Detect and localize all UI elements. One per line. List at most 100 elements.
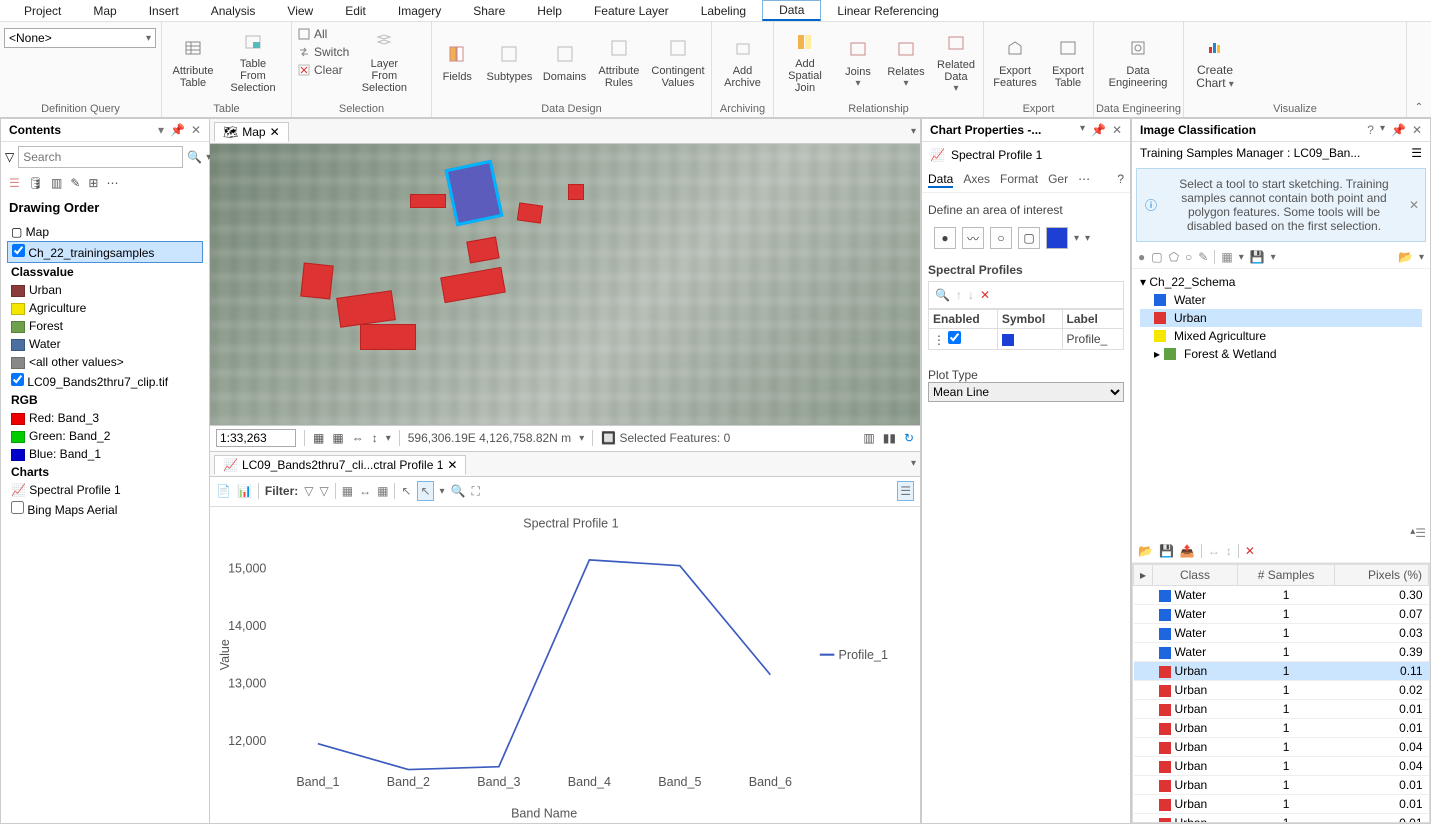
menu-insert[interactable]: Insert	[133, 2, 195, 20]
layer-from-selection-button[interactable]: Layer From Selection	[357, 26, 411, 96]
menu-linear-referencing[interactable]: Linear Referencing	[821, 2, 954, 20]
more-icon[interactable]: ⋯	[106, 176, 118, 190]
menu-data[interactable]: Data	[762, 0, 821, 21]
list-by-selection-icon[interactable]: ▥	[51, 176, 62, 190]
ts-save-schema-icon[interactable]: 💾	[1250, 250, 1265, 264]
toc-band[interactable]: Red: Band_3	[7, 409, 203, 427]
cp-tab-data[interactable]: Data	[928, 172, 953, 188]
aoi-poly-button[interactable]	[1046, 227, 1068, 249]
pause-icon[interactable]: ▮▮	[883, 431, 896, 445]
ts-circle-tool[interactable]: ○	[1185, 250, 1192, 264]
toc-chart-item[interactable]: 📈 Spectral Profile 1	[7, 481, 203, 499]
sel-tool-icon[interactable]: ↖	[401, 484, 411, 498]
menu-share[interactable]: Share	[457, 2, 521, 20]
close-chart-tab-icon[interactable]: ✕	[447, 458, 457, 472]
map-scale-input[interactable]	[216, 429, 296, 447]
ts-merge-icon[interactable]: ↔	[1208, 544, 1220, 558]
ts-row[interactable]: Urban10.01	[1134, 795, 1429, 814]
filter-ext-icon[interactable]: ▽	[304, 484, 313, 498]
menu-project[interactable]: Project	[8, 2, 77, 20]
cp-help-icon[interactable]: ?	[1117, 172, 1124, 188]
map-view-tab[interactable]: 🗺 Map ✕	[214, 122, 289, 142]
toc-class-agriculture[interactable]: Agriculture	[7, 299, 203, 317]
ts-split-icon[interactable]: ↕	[1226, 544, 1232, 558]
full-ext-icon[interactable]: ⛶	[472, 484, 480, 499]
cp-tab-format[interactable]: Format	[1000, 172, 1038, 188]
menu-edit[interactable]: Edit	[329, 2, 382, 20]
ts-col-expand[interactable]: ▸	[1134, 565, 1153, 586]
ts-row[interactable]: Urban10.04	[1134, 757, 1429, 776]
rotate-icon[interactable]: ▦	[342, 484, 353, 498]
filter-icon[interactable]: ▽	[5, 150, 14, 164]
ts-row[interactable]: Urban10.01	[1134, 700, 1429, 719]
schema-root-node[interactable]: ▾ Ch_22_Schema	[1140, 273, 1422, 291]
ts-col-pixels[interactable]: Pixels (%)	[1335, 565, 1429, 586]
chart-view-tab[interactable]: 📈 LC09_Bands2thru7_cli...ctral Profile 1…	[214, 455, 466, 475]
joins-button[interactable]: Joins▾	[838, 26, 878, 96]
toc-cb-2[interactable]	[11, 373, 24, 386]
menu-analysis[interactable]: Analysis	[195, 2, 272, 20]
ts-row[interactable]: Water10.03	[1134, 624, 1429, 643]
list-by-source-icon[interactable]: 🛢	[28, 176, 43, 190]
ts-save-icon[interactable]: 💾	[1159, 544, 1174, 558]
refresh-icon[interactable]: ↻	[904, 431, 914, 445]
toc-basemap[interactable]: Bing Maps Aerial	[7, 499, 203, 519]
subtypes-button[interactable]: Subtypes	[485, 26, 535, 96]
menu-labeling[interactable]: Labeling	[685, 2, 762, 20]
close-icon[interactable]: ✕	[1412, 123, 1422, 137]
aoi-line-button[interactable]: 〰	[962, 227, 984, 249]
ts-row[interactable]: Urban10.04	[1134, 738, 1429, 757]
ts-row[interactable]: Urban10.02	[1134, 681, 1429, 700]
menu-imagery[interactable]: Imagery	[382, 2, 457, 20]
map-canvas[interactable]	[210, 144, 920, 425]
cp-tab-ger[interactable]: Ger	[1048, 172, 1068, 188]
help-icon[interactable]: ?	[1367, 123, 1374, 137]
schema-water[interactable]: Water	[1140, 291, 1422, 309]
sp-col-enabled[interactable]: Enabled	[929, 310, 998, 329]
cp-tab-axes[interactable]: Axes	[963, 172, 990, 188]
toc-cb-3[interactable]	[11, 501, 24, 514]
aoi-more-icon[interactable]: ▾	[1085, 233, 1090, 244]
switch-selection-button[interactable]: Switch	[296, 44, 351, 60]
toc-class-urban[interactable]: Urban	[7, 281, 203, 299]
relates-button[interactable]: Relates▾	[884, 26, 928, 96]
pin-icon[interactable]: 📌	[1091, 123, 1106, 137]
ts-row[interactable]: Water10.30	[1134, 586, 1429, 605]
toc-class-water[interactable]: Water	[7, 335, 203, 353]
sp-down-icon[interactable]: ↓	[968, 288, 974, 302]
close-icon[interactable]: ✕	[1112, 123, 1122, 137]
sp-up-icon[interactable]: ↑	[956, 288, 962, 302]
schema-urban[interactable]: Urban	[1140, 309, 1422, 327]
toc-map-node[interactable]: ▢ Map	[7, 223, 203, 241]
add-archive-button[interactable]: Add Archive	[716, 26, 769, 96]
ts-col-class[interactable]: Class	[1153, 565, 1238, 586]
ts-export-icon[interactable]: 📤	[1180, 544, 1195, 558]
toc-class-forest[interactable]: Forest	[7, 317, 203, 335]
swap-icon[interactable]: ↔	[359, 484, 371, 498]
dyn-constraints-icon[interactable]: ⇔	[352, 431, 364, 445]
ts-segment-tool[interactable]: ▦	[1221, 250, 1232, 264]
corrections-icon[interactable]: ↕	[372, 431, 378, 445]
contingent-values-button[interactable]: Contingent Values	[649, 26, 707, 96]
autohide-icon[interactable]: ▾	[158, 123, 164, 137]
menu-map[interactable]: Map	[77, 2, 132, 20]
aoi-circle-button[interactable]: ○	[990, 227, 1012, 249]
schema-mixed-agriculture[interactable]: Mixed Agriculture	[1140, 327, 1422, 345]
sp-row[interactable]: ⋮ Profile_	[929, 329, 1124, 350]
ts-open-icon[interactable]: 📂	[1398, 250, 1413, 264]
sp-col-label[interactable]: Label	[1062, 310, 1123, 329]
sp-col-symbol[interactable]: Symbol	[997, 310, 1062, 329]
ts-rect-tool[interactable]: ▢	[1151, 250, 1162, 264]
close-tab-icon[interactable]: ✕	[270, 125, 280, 139]
grid-icon[interactable]: ▦	[332, 431, 343, 445]
ts-point-tool[interactable]: ●	[1138, 250, 1145, 264]
export-table-button[interactable]: Export Table	[1048, 26, 1088, 96]
ts-row[interactable]: Urban10.01	[1134, 814, 1429, 824]
cp-tab-more[interactable]: ⋯	[1078, 172, 1090, 188]
menu-feature-layer[interactable]: Feature Layer	[578, 2, 685, 20]
ts-open2-icon[interactable]: 📂	[1138, 544, 1153, 558]
pin-icon[interactable]: 📌	[170, 123, 185, 137]
close-icon[interactable]: ✕	[191, 123, 201, 137]
toc-cb-1[interactable]	[12, 244, 25, 257]
aoi-rect-button[interactable]: ▢	[1018, 227, 1040, 249]
